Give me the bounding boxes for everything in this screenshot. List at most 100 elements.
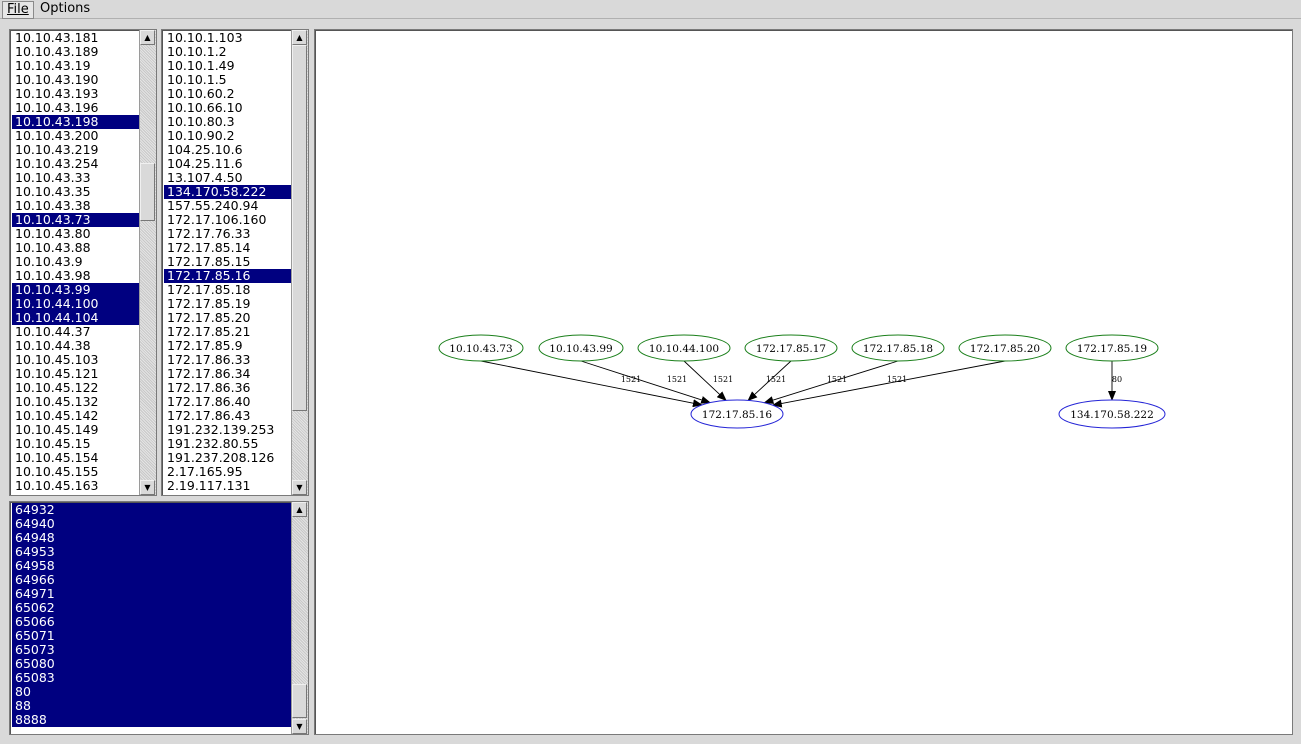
list-item[interactable]: 88: [12, 699, 292, 713]
list-item[interactable]: 172.17.76.33: [164, 227, 292, 241]
list-item[interactable]: 64958: [12, 559, 292, 573]
list-item[interactable]: 10.10.60.2: [164, 87, 292, 101]
list-item[interactable]: 65080: [12, 657, 292, 671]
list-item[interactable]: 10.10.44.100: [12, 297, 140, 311]
list-item[interactable]: 172.17.106.160: [164, 213, 292, 227]
list-item[interactable]: 10.10.43.99: [12, 283, 140, 297]
list-item[interactable]: 80: [12, 685, 292, 699]
list-item[interactable]: 104.25.11.6: [164, 157, 292, 171]
list-item[interactable]: 10.10.66.10: [164, 101, 292, 115]
list-item[interactable]: 65066: [12, 615, 292, 629]
list-item[interactable]: 172.17.85.14: [164, 241, 292, 255]
list-item[interactable]: 172.17.86.40: [164, 395, 292, 409]
port-list-scrollbar[interactable]: ▲ ▼: [291, 502, 308, 734]
list-item[interactable]: 10.10.45.103: [12, 353, 140, 367]
list-item[interactable]: 191.232.139.253: [164, 423, 292, 437]
list-item[interactable]: 10.10.45.15: [12, 437, 140, 451]
list-item[interactable]: 172.17.85.19: [164, 297, 292, 311]
port-list[interactable]: 64932 64940 64948 64953 64958 64966 64971 65062…: [9, 501, 309, 735]
list-item[interactable]: 64948: [12, 531, 292, 545]
list-item[interactable]: 65083: [12, 671, 292, 685]
list-item[interactable]: 172.17.86.34: [164, 367, 292, 381]
list-item[interactable]: 13.107.4.50: [164, 171, 292, 185]
list-item[interactable]: 65071: [12, 629, 292, 643]
list-item[interactable]: 172.17.85.15: [164, 255, 292, 269]
list-item[interactable]: 172.17.86.43: [164, 409, 292, 423]
graph-node-source[interactable]: 10.10.43.73: [438, 334, 524, 362]
arrow-up-icon[interactable]: ▲: [140, 30, 155, 45]
list-item[interactable]: 64966: [12, 573, 292, 587]
list-item[interactable]: 191.237.208.126: [164, 451, 292, 465]
graph-node-source[interactable]: 10.10.44.100: [637, 334, 731, 362]
list-item[interactable]: 10.10.44.37: [12, 325, 140, 339]
list-item[interactable]: 10.10.45.149: [12, 423, 140, 437]
list-item[interactable]: 10.10.43.35: [12, 185, 140, 199]
arrow-up-icon[interactable]: ▲: [292, 502, 307, 517]
graph-node-source[interactable]: 172.17.85.17: [744, 334, 838, 362]
list-item[interactable]: 10.10.43.98: [12, 269, 140, 283]
list-item[interactable]: 10.10.43.254: [12, 157, 140, 171]
list-item[interactable]: 10.10.43.196: [12, 101, 140, 115]
menu-options[interactable]: Options: [36, 1, 94, 17]
arrow-down-icon[interactable]: ▼: [292, 480, 307, 495]
list-item[interactable]: 172.17.85.9: [164, 339, 292, 353]
list-item[interactable]: 10.10.43.9: [12, 255, 140, 269]
list-item[interactable]: 10.10.45.163: [12, 479, 140, 493]
list-item[interactable]: 10.10.43.38: [12, 199, 140, 213]
list-item[interactable]: 172.17.85.20: [164, 311, 292, 325]
list-item[interactable]: 134.170.58.222: [164, 185, 292, 199]
graph-node-destination[interactable]: 172.17.85.16: [690, 399, 784, 429]
list-item[interactable]: 10.10.1.103: [164, 31, 292, 45]
arrow-down-icon[interactable]: ▼: [292, 719, 307, 734]
list-item[interactable]: 10.10.45.132: [12, 395, 140, 409]
list-item[interactable]: 65062: [12, 601, 292, 615]
list-item[interactable]: 10.10.1.5: [164, 73, 292, 87]
list-item[interactable]: 10.10.43.219: [12, 143, 140, 157]
list-item[interactable]: 10.10.43.73: [12, 213, 140, 227]
source-ip-list[interactable]: 10.10.43.181 10.10.43.189 10.10.43.19 10.10…: [9, 29, 157, 496]
list-item[interactable]: 172.17.86.33: [164, 353, 292, 367]
graph-node-source[interactable]: 172.17.85.19: [1065, 334, 1159, 362]
list-item[interactable]: 2.19.117.131: [164, 479, 292, 493]
list-item[interactable]: 10.10.44.38: [12, 339, 140, 353]
menu-file[interactable]: File: [2, 1, 34, 19]
list-item[interactable]: 10.10.43.19: [12, 59, 140, 73]
list-item[interactable]: 172.17.86.36: [164, 381, 292, 395]
list-item[interactable]: 10.10.43.190: [12, 73, 140, 87]
list-item[interactable]: 10.10.43.80: [12, 227, 140, 241]
list-item[interactable]: 10.10.1.49: [164, 59, 292, 73]
list-item[interactable]: 10.10.90.2: [164, 129, 292, 143]
source-list-scrollbar[interactable]: ▲ ▼: [139, 30, 156, 495]
graph-node-source[interactable]: 10.10.43.99: [538, 334, 624, 362]
list-item[interactable]: 64971: [12, 587, 292, 601]
destination-list-scrollbar[interactable]: ▲ ▼: [291, 30, 308, 495]
scroll-thumb[interactable]: [292, 684, 307, 718]
scroll-thumb[interactable]: [292, 45, 307, 411]
list-item[interactable]: 10.10.43.193: [12, 87, 140, 101]
list-item[interactable]: 10.10.43.33: [12, 171, 140, 185]
list-item[interactable]: 2.17.165.95: [164, 465, 292, 479]
list-item[interactable]: 10.10.43.88: [12, 241, 140, 255]
list-item[interactable]: 10.10.44.104: [12, 311, 140, 325]
list-item[interactable]: 10.10.1.2: [164, 45, 292, 59]
graph-node-destination[interactable]: 134.170.58.222: [1058, 399, 1166, 429]
graph-node-source[interactable]: 172.17.85.20: [958, 334, 1052, 362]
list-item[interactable]: 10.10.45.121: [12, 367, 140, 381]
list-item[interactable]: 64953: [12, 545, 292, 559]
list-item[interactable]: 172.17.85.21: [164, 325, 292, 339]
scroll-thumb[interactable]: [140, 163, 155, 221]
list-item[interactable]: 172.17.85.16: [164, 269, 292, 283]
list-item[interactable]: 104.25.10.6: [164, 143, 292, 157]
list-item[interactable]: 191.232.80.55: [164, 437, 292, 451]
graph-node-source[interactable]: 172.17.85.18: [851, 334, 945, 362]
list-item[interactable]: 10.10.45.154: [12, 451, 140, 465]
list-item[interactable]: 8888: [12, 713, 292, 727]
destination-ip-list[interactable]: 10.10.1.103 10.10.1.2 10.10.1.49 10.10.1.5 1…: [161, 29, 309, 496]
list-item[interactable]: 10.10.45.142: [12, 409, 140, 423]
list-item[interactable]: 157.55.240.94: [164, 199, 292, 213]
list-item[interactable]: 10.10.43.189: [12, 45, 140, 59]
list-item[interactable]: 10.10.43.198: [12, 115, 140, 129]
list-item[interactable]: 10.10.45.122: [12, 381, 140, 395]
list-item[interactable]: 10.10.43.200: [12, 129, 140, 143]
arrow-down-icon[interactable]: ▼: [140, 480, 155, 495]
